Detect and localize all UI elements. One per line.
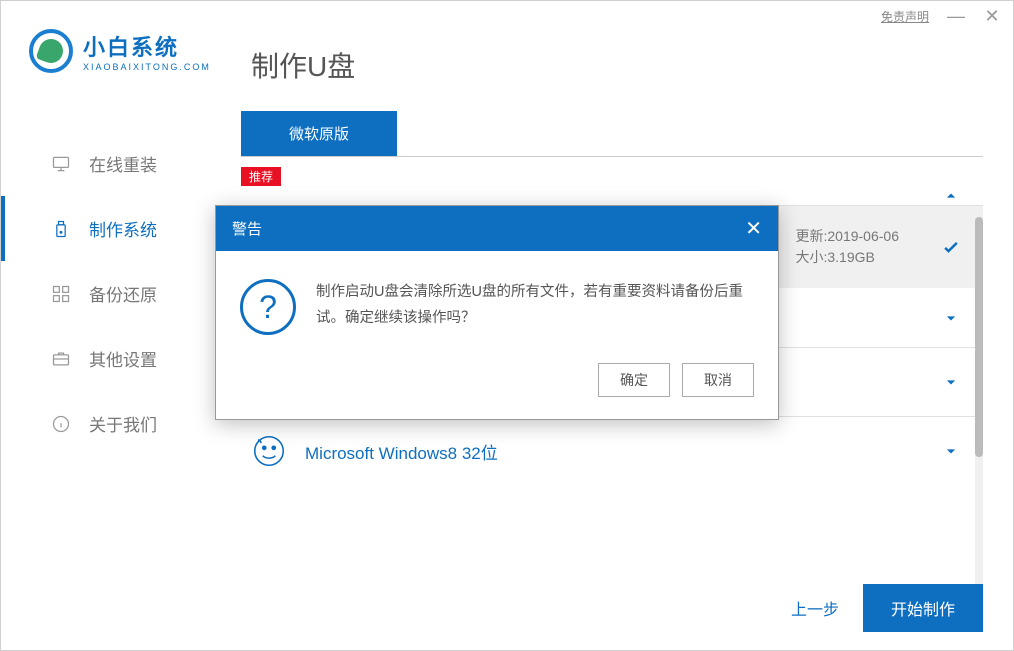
expand-toggle[interactable] bbox=[939, 308, 963, 328]
dialog-cancel-button[interactable]: 取消 bbox=[682, 363, 754, 397]
monitor-icon bbox=[51, 154, 71, 174]
close-button[interactable]: ✕ bbox=[983, 6, 1001, 27]
scrollbar[interactable] bbox=[975, 217, 983, 597]
sidebar: 在线重装 制作系统 备份还原 其他设置 关于我们 bbox=[1, 131, 221, 456]
sidebar-label: 关于我们 bbox=[89, 411, 157, 436]
dialog-close-icon[interactable]: ✕ bbox=[745, 219, 762, 239]
prev-step-button[interactable]: 上一步 bbox=[791, 596, 839, 620]
grid-icon bbox=[51, 284, 71, 304]
briefcase-icon bbox=[51, 349, 71, 369]
question-icon: ? bbox=[240, 279, 296, 335]
sidebar-label: 制作系统 bbox=[89, 216, 157, 241]
os-row-win8-32[interactable]: Microsoft Windows8 32位 bbox=[241, 417, 983, 485]
sidebar-item-reinstall[interactable]: 在线重装 bbox=[1, 131, 221, 196]
sidebar-item-settings[interactable]: 其他设置 bbox=[1, 326, 221, 391]
os-meta: 更新:2019-06-06 大小:3.19GB bbox=[795, 226, 899, 268]
recommend-badge: 推荐 bbox=[241, 167, 281, 186]
collapse-toggle[interactable] bbox=[939, 186, 963, 206]
scrollbar-thumb[interactable] bbox=[975, 217, 983, 457]
tab-microsoft-original[interactable]: 微软原版 bbox=[241, 111, 397, 156]
sidebar-item-backup[interactable]: 备份还原 bbox=[1, 261, 221, 326]
warning-dialog: 警告 ✕ ? 制作启动U盘会清除所选U盘的所有文件，若有重要资料请备份后重试。确… bbox=[215, 205, 779, 420]
tab-bar: 微软原版 bbox=[241, 111, 983, 157]
selected-check-icon[interactable] bbox=[939, 237, 963, 257]
dialog-title: 警告 bbox=[232, 218, 262, 239]
logo-text-cn: 小白系统 bbox=[83, 30, 211, 62]
dialog-ok-button[interactable]: 确定 bbox=[598, 363, 670, 397]
usb-icon bbox=[51, 219, 71, 239]
os-title: Microsoft Windows8 32位 bbox=[305, 439, 939, 464]
sidebar-label: 其他设置 bbox=[89, 346, 157, 371]
app-logo: 小白系统 XIAOBAIXITONG.COM bbox=[29, 29, 211, 73]
minimize-button[interactable]: — bbox=[947, 6, 965, 27]
disclaimer-link[interactable]: 免责声明 bbox=[881, 8, 929, 25]
info-icon bbox=[51, 414, 71, 434]
logo-text-en: XIAOBAIXITONG.COM bbox=[83, 62, 211, 72]
dialog-message: 制作启动U盘会清除所选U盘的所有文件，若有重要资料请备份后重试。确定继续该操作吗… bbox=[316, 279, 754, 331]
sidebar-label: 在线重装 bbox=[89, 151, 157, 176]
page-title: 制作U盘 bbox=[251, 45, 355, 85]
sidebar-item-make-system[interactable]: 制作系统 bbox=[1, 196, 221, 261]
logo-mark-icon bbox=[29, 29, 73, 73]
expand-toggle[interactable] bbox=[939, 372, 963, 392]
start-make-button[interactable]: 开始制作 bbox=[863, 584, 983, 632]
sidebar-item-about[interactable]: 关于我们 bbox=[1, 391, 221, 456]
windows-icon bbox=[249, 431, 289, 471]
sidebar-label: 备份还原 bbox=[89, 281, 157, 306]
expand-toggle[interactable] bbox=[939, 441, 963, 461]
